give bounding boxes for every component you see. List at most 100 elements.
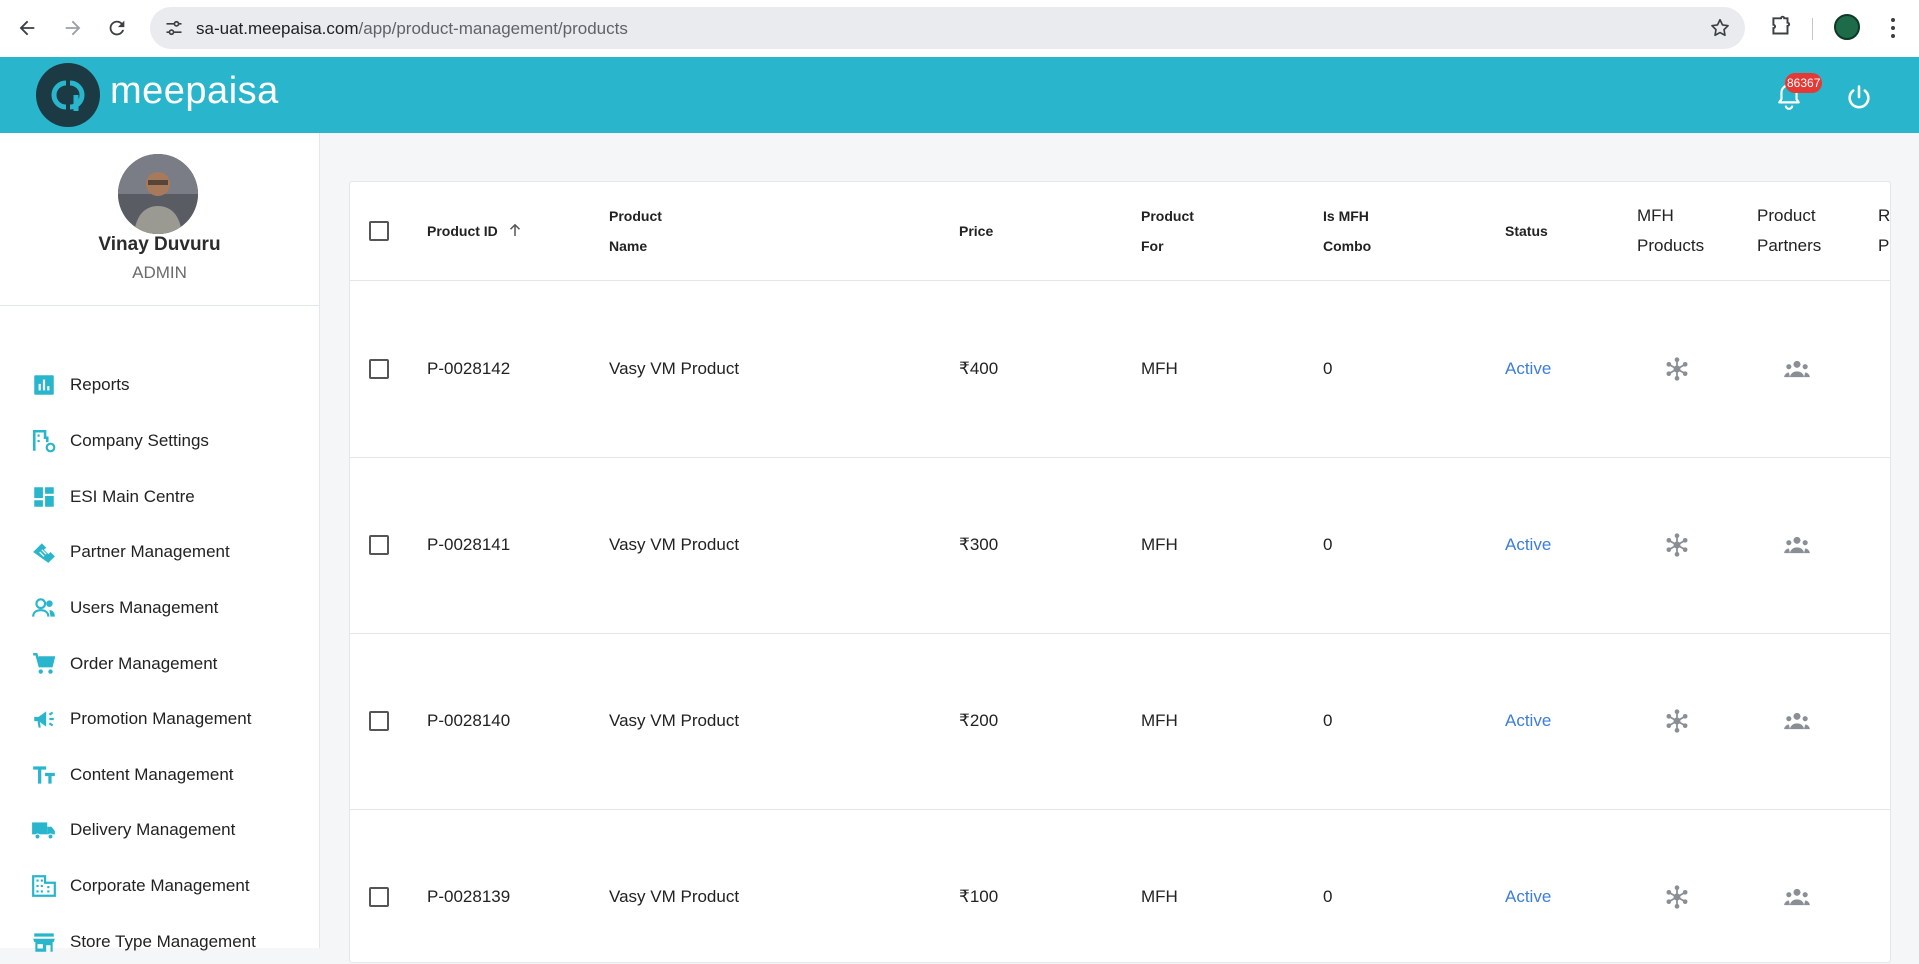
profile-avatar-icon[interactable] (1834, 14, 1860, 40)
column-header-product-id[interactable]: Product ID (427, 216, 524, 246)
status-cell: Active (1505, 535, 1552, 554)
product-partners-group-icon[interactable] (1783, 707, 1811, 735)
product-name-cell: Vasy VM Product (609, 535, 740, 554)
product-partners-group-icon[interactable] (1783, 531, 1811, 559)
column-header-is-mfh-combo[interactable]: Is MFH Combo (1323, 201, 1371, 261)
sidebar-item-esi-main-centre[interactable]: ESI Main Centre (0, 475, 319, 519)
column-header-mfh-products: MFH Products (1637, 201, 1704, 261)
truck-icon (31, 817, 57, 843)
status-cell: Active (1505, 711, 1552, 730)
logo-text[interactable]: meepaisa (110, 70, 279, 113)
column-header-label: Products (1637, 236, 1705, 255)
column-header-status[interactable]: Status (1505, 216, 1548, 246)
product-id-cell: P-0028142 (427, 359, 511, 378)
reload-icon[interactable] (103, 14, 131, 42)
browser-toolbar: sa-uat.meepaisa.com/app/product-manageme… (0, 0, 1919, 58)
users-icon (31, 595, 57, 621)
column-header-label: For (1141, 238, 1164, 254)
notification-count-badge[interactable]: 86367 (1785, 73, 1823, 93)
toolbar-divider (1812, 18, 1813, 40)
address-bar[interactable]: sa-uat.meepaisa.com/app/product-manageme… (150, 7, 1745, 49)
is-mfh-combo-cell: 0 (1323, 887, 1333, 906)
sidebar-item-label: Content Management (70, 765, 234, 784)
sidebar-item-label: ESI Main Centre (70, 487, 195, 506)
dashboard-icon (31, 484, 57, 510)
sidebar-item-partner-management[interactable]: Partner Management (0, 530, 319, 574)
row-checkbox[interactable] (369, 711, 389, 731)
column-header-product-partners: Product Partners (1757, 201, 1821, 261)
sidebar-item-label: Users Management (70, 598, 219, 617)
product-for-cell: MFH (1141, 711, 1178, 730)
products-table: Product ID Product Name Price Product Fo… (349, 181, 1891, 963)
app-header: meepaisa 86367 (0, 57, 1919, 133)
mfh-products-hub-icon[interactable] (1663, 531, 1691, 559)
product-partners-group-icon[interactable] (1783, 883, 1811, 911)
sidebar-item-label: Promotion Management (70, 709, 252, 728)
back-icon[interactable] (13, 14, 41, 42)
row-checkbox[interactable] (369, 359, 389, 379)
sidebar-item-label: Reports (70, 375, 130, 394)
sidebar-item-users-management[interactable]: Users Management (0, 586, 319, 630)
table-row: P-0028139 Vasy VM Product ₹100 MFH 0 Act… (350, 809, 1890, 962)
handshake-icon (31, 539, 57, 565)
column-header-label: MFH (1637, 206, 1674, 225)
product-for-cell: MFH (1141, 887, 1178, 906)
sidebar-item-label: Store Type Management (70, 932, 256, 951)
sidebar-item-label: Company Settings (70, 431, 209, 450)
sidebar-item-label: Corporate Management (70, 876, 250, 895)
column-header-label: P (1878, 236, 1890, 255)
sidebar-item-label: Order Management (70, 654, 218, 673)
column-header-product-for[interactable]: Product For (1141, 201, 1194, 261)
logout-power-icon[interactable] (1845, 83, 1873, 111)
forward-icon[interactable] (59, 14, 87, 42)
price-cell: ₹100 (959, 887, 999, 906)
column-header-label: R (1878, 206, 1891, 225)
sidebar-item-reports[interactable]: Reports (0, 363, 319, 407)
mfh-products-hub-icon[interactable] (1663, 707, 1691, 735)
table-row: P-0028142 Vasy VM Product ₹400 MFH 0 Act… (350, 281, 1890, 458)
is-mfh-combo-cell: 0 (1323, 359, 1333, 378)
product-id-cell: P-0028141 (427, 535, 511, 554)
mfh-products-hub-icon[interactable] (1663, 883, 1691, 911)
table-header: Product ID Product Name Price Product Fo… (350, 182, 1890, 281)
bookmark-star-icon[interactable] (1709, 17, 1731, 39)
column-header-label: Combo (1323, 238, 1372, 254)
table-row: P-0028140 Vasy VM Product ₹200 MFH 0 Act… (350, 633, 1890, 810)
browser-menu-icon[interactable] (1880, 14, 1906, 42)
user-role: ADMIN (132, 263, 187, 282)
sidebar-item-store-type-management[interactable]: Store Type Management (0, 920, 319, 964)
sidebar-item-company-settings[interactable]: Company Settings (0, 419, 319, 463)
sidebar-item-content-management[interactable]: Content Management (0, 753, 319, 797)
column-header-product-name[interactable]: Product Name (609, 201, 662, 261)
column-header-label: Name (609, 238, 648, 254)
sidebar-item-delivery-management[interactable]: Delivery Management (0, 808, 319, 852)
extensions-puzzle-icon[interactable] (1768, 14, 1794, 40)
column-header-label: Product (1757, 206, 1816, 225)
url-text[interactable]: sa-uat.meepaisa.com/app/product-manageme… (196, 19, 628, 39)
column-header-label: Product (609, 208, 662, 224)
product-id-cell: P-0028140 (427, 711, 511, 730)
sidebar-item-label: Delivery Management (70, 820, 236, 839)
row-checkbox[interactable] (369, 535, 389, 555)
sidebar-item-label: Partner Management (70, 542, 230, 561)
product-partners-group-icon[interactable] (1783, 355, 1811, 383)
sidebar-item-corporate-management[interactable]: Corporate Management (0, 864, 319, 908)
select-all-checkbox[interactable] (369, 221, 389, 241)
product-name-cell: Vasy VM Product (609, 711, 740, 730)
main-content: Product ID Product Name Price Product Fo… (320, 133, 1919, 963)
price-cell: ₹400 (959, 359, 999, 378)
meepaisa-logo-icon[interactable] (36, 63, 100, 127)
user-avatar[interactable] (118, 154, 198, 234)
sort-ascending-icon[interactable] (506, 221, 524, 239)
sidebar: Vinay Duvuru ADMIN Reports Company Setti… (0, 133, 320, 952)
column-header-price[interactable]: Price (959, 216, 993, 246)
table-row: P-0028141 Vasy VM Product ₹300 MFH 0 Act… (350, 457, 1890, 634)
sidebar-item-order-management[interactable]: Order Management (0, 642, 319, 686)
mfh-products-hub-icon[interactable] (1663, 355, 1691, 383)
user-name: Vinay Duvuru (98, 234, 221, 255)
sidebar-divider (0, 305, 319, 306)
sidebar-item-promotion-management[interactable]: Promotion Management (0, 697, 319, 741)
site-settings-icon[interactable] (164, 18, 184, 38)
column-header-label: Product (1141, 208, 1194, 224)
row-checkbox[interactable] (369, 887, 389, 907)
